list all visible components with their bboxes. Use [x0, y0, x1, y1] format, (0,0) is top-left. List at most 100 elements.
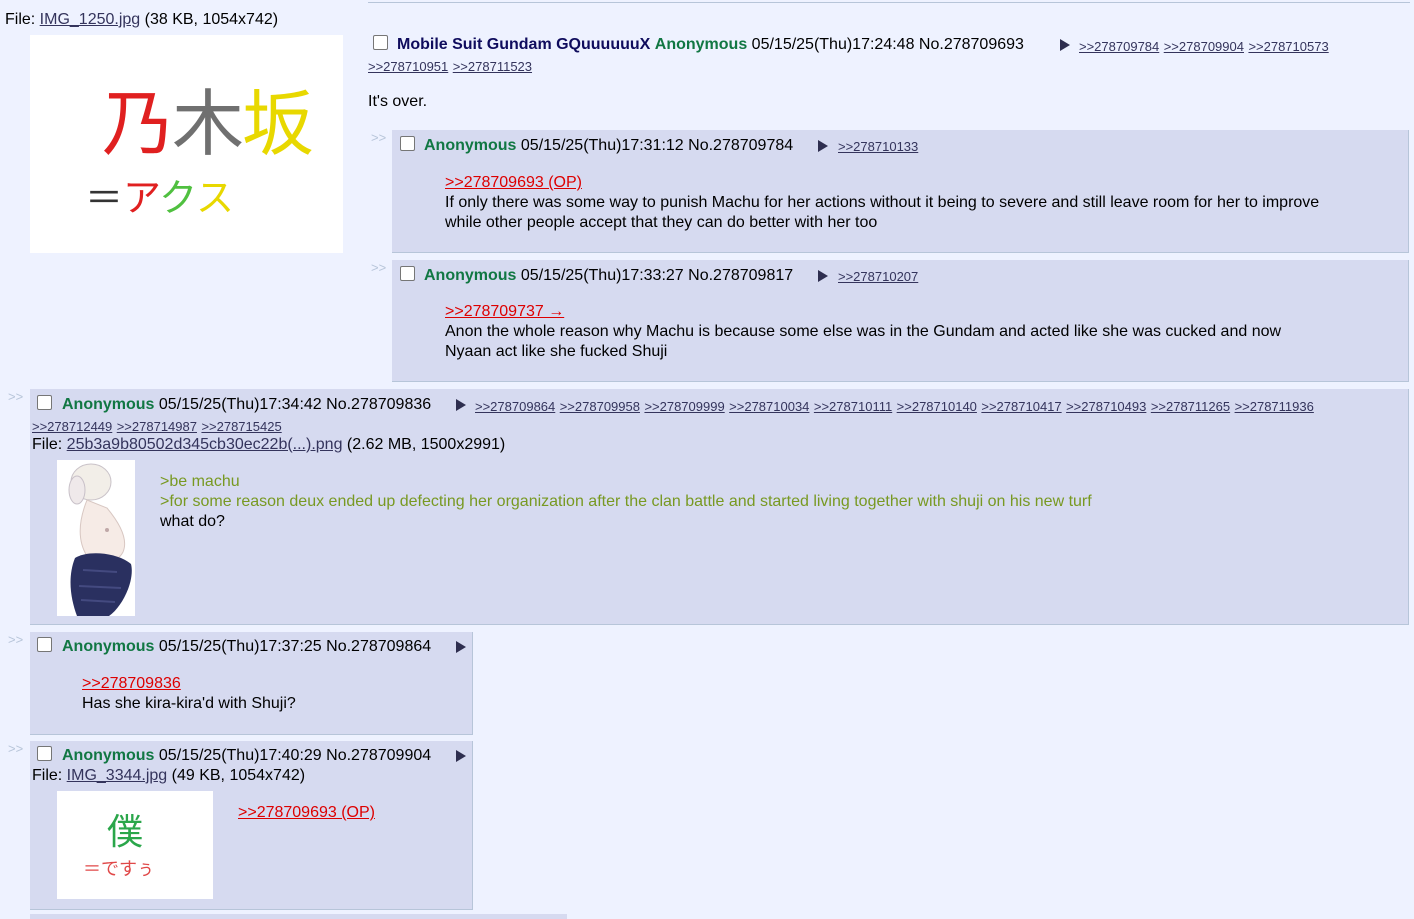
- op-datetime: 05/15/25(Thu)17:24:48: [751, 36, 915, 53]
- reply-backlink[interactable]: >>278711265: [1151, 399, 1230, 414]
- reply-datetime: 05/15/25(Thu)17:40:29: [158, 747, 322, 764]
- reply-menu-arrow-icon[interactable]: [456, 641, 466, 653]
- reply-postno[interactable]: No.278709904: [326, 747, 431, 764]
- reply-backlinks-row1: >>278709864 >>278709958 >>278709999 >>27…: [475, 398, 1314, 416]
- reply-backlink[interactable]: >>278709958: [560, 399, 640, 414]
- op-backlink[interactable]: >>278710951: [368, 59, 448, 74]
- reply-postno[interactable]: No.278709864: [326, 638, 431, 655]
- reply-checkbox[interactable]: [37, 395, 52, 410]
- op-subject: Mobile Suit Gundam GQuuuuuuX: [397, 36, 651, 53]
- op-message: It's over.: [368, 93, 428, 110]
- reply-datetime: 05/15/25(Thu)17:33:27: [520, 267, 684, 284]
- reply-postno[interactable]: No.278709836: [326, 396, 431, 413]
- op-name: Anonymous: [654, 36, 748, 53]
- reply-menu-arrow-icon[interactable]: [456, 750, 466, 762]
- reply-header: Anonymous 05/15/25(Thu)17:31:12 No.27870…: [424, 137, 793, 155]
- op-backlink[interactable]: >>278711523: [453, 59, 532, 74]
- reply-header: Anonymous 05/15/25(Thu)17:37:25 No.27870…: [62, 638, 431, 656]
- op-backlink[interactable]: >>278709904: [1164, 39, 1244, 54]
- reply-datetime: 05/15/25(Thu)17:34:42: [158, 396, 322, 413]
- reply-menu-arrow-icon[interactable]: [818, 270, 828, 282]
- reply-name: Anonymous: [62, 747, 155, 764]
- reply-backlink[interactable]: >>278714987: [117, 419, 197, 434]
- op-backlinks-row1: >>278709784 >>278709904 >>278710573: [1079, 38, 1329, 56]
- reply-file-meta: (49 KB, 1054x742): [171, 767, 306, 784]
- reply-backlink[interactable]: >>278710140: [897, 399, 977, 414]
- reply-header: Anonymous 05/15/25(Thu)17:33:27 No.27870…: [424, 267, 793, 285]
- next-reply-edge: [30, 914, 567, 919]
- reply-checkbox[interactable]: [400, 136, 415, 151]
- figure-illustration-icon: [68, 463, 132, 616]
- reply-menu-arrow-icon[interactable]: [818, 140, 828, 152]
- reply-header: Anonymous 05/15/25(Thu)17:40:29 No.27870…: [62, 747, 431, 765]
- reply-file-link[interactable]: IMG_3344.jpg: [67, 767, 168, 784]
- reply-backlink[interactable]: >>278710493: [1066, 399, 1146, 414]
- op-thumb-kana: ＝アクス: [85, 176, 235, 220]
- op-file-label: File:: [5, 11, 40, 28]
- thumb-kanji: 僕: [107, 812, 144, 853]
- top-divider: [368, 2, 1410, 3]
- reply-name: Anonymous: [62, 396, 155, 413]
- reply-name: Anonymous: [424, 137, 517, 154]
- reply-file-label: File:: [32, 767, 67, 784]
- greentext-line: >for some reason deux ended up defecting…: [160, 493, 1092, 510]
- reply-backlink[interactable]: >>278715425: [201, 419, 281, 434]
- reply-backlink[interactable]: >>278709999: [644, 399, 724, 414]
- reply-arrows: >>: [8, 389, 24, 404]
- op-backlinks-row2: >>278710951 >>278711523: [368, 58, 532, 76]
- thumb-kana: ＝ですぅ: [83, 859, 155, 880]
- reply-message-line: Has she kira-kira'd with Shuji?: [82, 695, 296, 712]
- op-file-link[interactable]: IMG_1250.jpg: [40, 11, 141, 28]
- greentext-line: >be machu: [160, 473, 240, 490]
- reply-file-info: File: 25b3a9b80502d345cb30ec22b(...).png…: [32, 436, 505, 454]
- reply-file-link[interactable]: 25b3a9b80502d345cb30ec22b(...).png: [67, 436, 343, 453]
- reply-backlink[interactable]: >>278710207: [838, 269, 918, 284]
- reply-message-line: Nyaan act like she fucked Shuji: [445, 343, 668, 360]
- reply-checkbox[interactable]: [37, 746, 52, 761]
- reply-thumbnail-image[interactable]: 僕 ＝ですぅ: [57, 791, 213, 899]
- op-backlink[interactable]: >>278709784: [1079, 39, 1159, 54]
- reply-checkbox[interactable]: [400, 266, 415, 281]
- reply-quotelink[interactable]: >>278709693 (OP): [445, 174, 582, 192]
- op-checkbox[interactable]: [373, 35, 388, 50]
- reply-arrows: >>: [8, 632, 24, 647]
- reply-backlink[interactable]: >>278712449: [32, 419, 112, 434]
- reply-message-line: while other people accept that they can …: [445, 214, 878, 231]
- reply-datetime: 05/15/25(Thu)17:37:25: [158, 638, 322, 655]
- reply-thumbnail-image[interactable]: [57, 460, 135, 616]
- op-file-meta: (38 KB, 1054x742): [144, 11, 279, 28]
- reply-menu-arrow-icon[interactable]: [456, 399, 466, 411]
- reply-message-line: what do?: [160, 513, 225, 530]
- reply-backlink[interactable]: >>278710417: [981, 399, 1061, 414]
- reply-quotelink[interactable]: >>278709836: [82, 675, 181, 693]
- reply-name: Anonymous: [424, 267, 517, 284]
- op-header: Mobile Suit Gundam GQuuuuuuX Anonymous 0…: [397, 36, 1024, 54]
- op-postno[interactable]: No.278709693: [919, 36, 1024, 53]
- reply-backlinks-row2: >>278712449 >>278714987 >>278715425: [32, 418, 282, 436]
- reply-datetime: 05/15/25(Thu)17:31:12: [520, 137, 684, 154]
- reply-quotelink[interactable]: >>278709693 (OP): [238, 804, 375, 822]
- op-backlink[interactable]: >>278710573: [1248, 39, 1328, 54]
- reply-postno[interactable]: No.278709784: [688, 137, 793, 154]
- reply-message-line: If only there was some way to punish Mac…: [445, 194, 1320, 211]
- reply-backlink[interactable]: >>278710111: [814, 399, 892, 414]
- reply-postno[interactable]: No.278709817: [688, 267, 793, 284]
- reply-backlink[interactable]: >>278710133: [838, 139, 918, 154]
- reply-message-line: Anon the whole reason why Machu is becau…: [445, 323, 1282, 340]
- reply-name: Anonymous: [62, 638, 155, 655]
- reply-file-info: File: IMG_3344.jpg (49 KB, 1054x742): [32, 767, 305, 785]
- reply-header: Anonymous 05/15/25(Thu)17:34:42 No.27870…: [62, 396, 431, 414]
- reply-backlink[interactable]: >>278709864: [475, 399, 555, 414]
- reply-file-meta: (2.62 MB, 1500x2991): [346, 436, 506, 453]
- reply-checkbox[interactable]: [37, 637, 52, 652]
- reply-arrows: >>: [8, 741, 24, 756]
- reply-backlink[interactable]: >>278711936: [1235, 399, 1314, 414]
- op-thumbnail[interactable]: 乃木坂 ＝アクス: [30, 35, 343, 253]
- op-menu-arrow-icon[interactable]: [1060, 39, 1070, 51]
- reply-arrows: >>: [371, 260, 387, 275]
- reply-quotelink[interactable]: >>278709737 →: [445, 303, 564, 321]
- reply-arrows: >>: [371, 130, 387, 145]
- reply-file-label: File:: [32, 436, 67, 453]
- op-thumb-kanji: 乃木坂: [102, 82, 314, 166]
- reply-backlink[interactable]: >>278710034: [729, 399, 809, 414]
